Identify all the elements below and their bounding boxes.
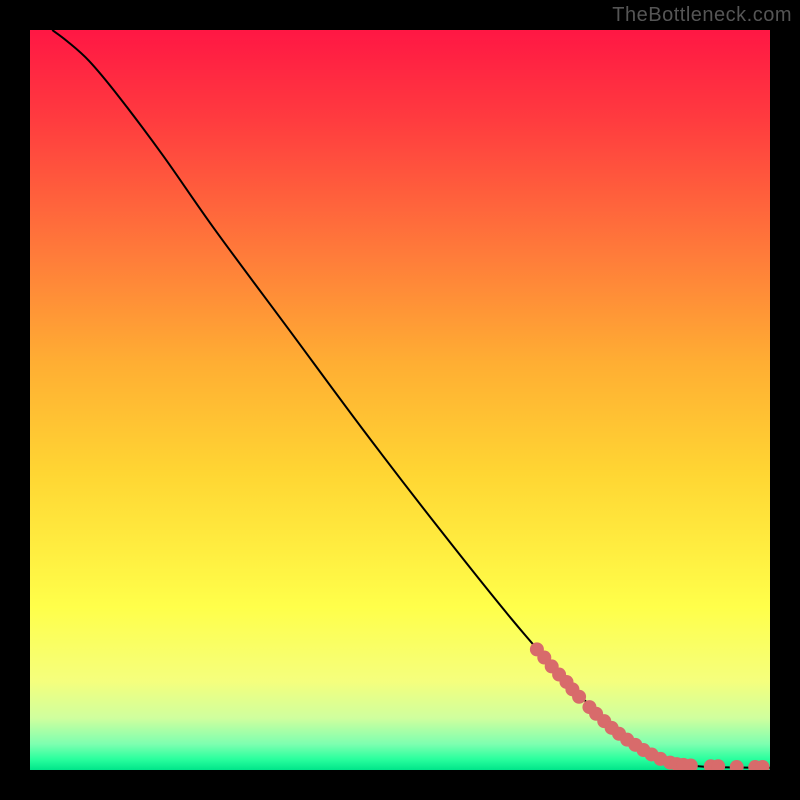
plot-area xyxy=(30,30,770,770)
chart-svg xyxy=(30,30,770,770)
gradient-background xyxy=(30,30,770,770)
watermark-text: TheBottleneck.com xyxy=(612,4,792,27)
chart-container: TheBottleneck.com xyxy=(0,0,800,800)
data-marker xyxy=(572,690,586,704)
